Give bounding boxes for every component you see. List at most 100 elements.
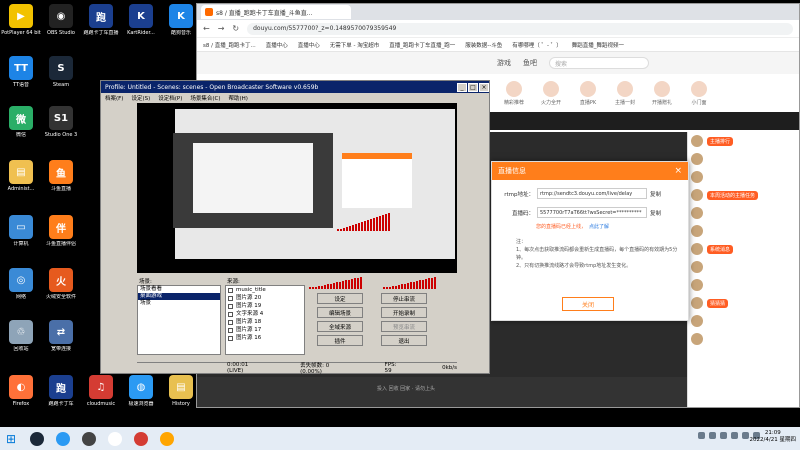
category-item[interactable]: 主播一封: [610, 77, 640, 115]
minimize-icon[interactable]: _: [457, 82, 467, 92]
scene-item[interactable]: 场景: [138, 300, 220, 307]
source-item[interactable]: 图片源 16: [226, 334, 304, 342]
obs-menu-item[interactable]: 场景集合(C): [190, 94, 220, 102]
tray-icon[interactable]: [709, 432, 716, 439]
source-checkbox[interactable]: [228, 311, 233, 317]
category-item[interactable]: 火力全开: [536, 77, 566, 115]
stop-stream-button[interactable]: 停止串流: [381, 293, 427, 304]
desktop-icon[interactable]: TT TT语音: [0, 56, 42, 98]
nav-games[interactable]: 游戏: [497, 58, 511, 68]
sidebar-row[interactable]: [688, 330, 799, 348]
sidebar-row[interactable]: 猜猜猜: [688, 294, 799, 312]
nav-yuba[interactable]: 鱼吧: [523, 58, 537, 68]
sidebar-row[interactable]: [688, 204, 799, 222]
scene-item[interactable]: 桌面游戏: [138, 293, 220, 300]
learn-more-link[interactable]: 点此了解: [589, 224, 609, 230]
tray-icon[interactable]: [698, 432, 705, 439]
source-item[interactable]: 图片源 20: [226, 294, 304, 302]
source-checkbox[interactable]: [228, 287, 233, 293]
desktop-icon[interactable]: 火火绒安全软件: [40, 268, 82, 310]
taskbar-app[interactable]: [130, 428, 152, 449]
edit-scene-button[interactable]: 编辑场景: [317, 307, 363, 318]
source-item[interactable]: 图片源 19: [226, 302, 304, 310]
bookmark-item[interactable]: 直播_跑跑卡丁车直播_跑一: [389, 41, 455, 49]
obs-menu-item[interactable]: 帮助(H): [229, 94, 248, 102]
sidebar-row[interactable]: [688, 312, 799, 330]
close-icon[interactable]: ×: [674, 166, 682, 176]
source-checkbox[interactable]: [228, 335, 233, 341]
volume-icon[interactable]: [742, 432, 749, 439]
taskbar-clock[interactable]: 21:09 2022/4/21 星期四: [750, 430, 796, 444]
desktop-icon[interactable]: ♲ 回收站: [0, 320, 42, 362]
bookmark-item[interactable]: s8 / 直播_跑跑卡丁...: [203, 41, 256, 49]
preview-stream-button[interactable]: 预览串流: [381, 321, 427, 332]
category-item[interactable]: 小门面: [684, 77, 714, 115]
taskbar-app[interactable]: [26, 428, 48, 449]
desktop-icon[interactable]: ◍ 极速浏览器: [120, 375, 162, 417]
sidebar-row[interactable]: 主播排行: [688, 132, 799, 150]
desktop-icon[interactable]: ◐ Firefox: [0, 375, 42, 417]
desktop-icon[interactable]: ◉ OBS Studio: [40, 4, 82, 46]
desktop-icon[interactable]: 鱼斗鱼直播: [40, 160, 82, 202]
source-item[interactable]: music_title: [226, 286, 304, 294]
sidebar-row[interactable]: [688, 150, 799, 168]
start-record-button[interactable]: 开始录制: [381, 307, 427, 318]
taskbar-app[interactable]: [78, 428, 100, 449]
sidebar-row[interactable]: [688, 222, 799, 240]
global-sources-button[interactable]: 全域来源: [317, 321, 363, 332]
desktop-icon[interactable]: ▭ 计算机: [0, 215, 42, 257]
obs-menu-item[interactable]: 档案(F): [105, 94, 123, 102]
source-item[interactable]: 图片源 18: [226, 318, 304, 326]
settings-button[interactable]: 设定: [317, 293, 363, 304]
tray-icon[interactable]: [731, 432, 738, 439]
source-item[interactable]: 文字来源 4: [226, 310, 304, 318]
source-item[interactable]: 图片源 17: [226, 326, 304, 334]
site-search-input[interactable]: 搜索: [549, 57, 649, 69]
source-checkbox[interactable]: [228, 303, 233, 309]
source-checkbox[interactable]: [228, 327, 233, 333]
start-button[interactable]: ⊞: [0, 427, 22, 450]
desktop-icon[interactable]: ♫ cloudmusic: [80, 375, 122, 417]
reload-icon[interactable]: ↻: [232, 24, 239, 33]
bookmark-item[interactable]: 服装数据--斗鱼: [465, 41, 502, 49]
sidebar-row[interactable]: [688, 168, 799, 186]
obs-menu-item[interactable]: 设定档(P): [158, 94, 182, 102]
scene-item[interactable]: 场景看看: [138, 286, 220, 293]
desktop-icon[interactable]: S Steam: [40, 56, 82, 98]
taskbar-app[interactable]: [156, 428, 178, 449]
taskbar-app[interactable]: [104, 428, 126, 449]
back-icon[interactable]: ←: [203, 24, 210, 33]
bookmark-item[interactable]: 直播中心: [266, 41, 288, 49]
sidebar-row[interactable]: 系统消息: [688, 240, 799, 258]
desktop-icon[interactable]: ◎ 网络: [0, 268, 42, 310]
category-item[interactable]: 开播赠礼: [647, 77, 677, 115]
exit-button[interactable]: 退出: [381, 335, 427, 346]
desktop-icon[interactable]: 微微信: [0, 106, 42, 148]
close-dialog-button[interactable]: 关闭: [562, 297, 614, 311]
desktop-icon[interactable]: 跑跑跑卡丁车: [40, 375, 82, 417]
bookmark-item[interactable]: 有哪哪哩（ ゜- ゜）: [512, 41, 561, 49]
category-item[interactable]: 精彩推荐: [499, 77, 529, 115]
desktop-icon[interactable]: 伴斗鱼直播伴侣: [40, 215, 82, 257]
bookmark-item[interactable]: 无需下单 - 淘宝超市: [330, 41, 379, 49]
copy-stream-key-button[interactable]: 复制: [650, 209, 661, 217]
desktop-icon[interactable]: K KartRider...: [120, 4, 162, 46]
sidebar-row[interactable]: [688, 258, 799, 276]
browser-tab[interactable]: s8 / 直播_跑跑卡丁车直播_斗鱼直...: [201, 5, 351, 19]
desktop-icon[interactable]: ▤ Administ...: [0, 160, 42, 202]
bookmark-item[interactable]: 舞蹈直播_舞蹈视频一: [572, 41, 624, 49]
address-bar[interactable]: douyu.com/5577700?_z=0.1489570079359549: [247, 22, 793, 35]
category-item[interactable]: 直播PK: [573, 77, 603, 115]
desktop-icon[interactable]: 跑跑跑卡丁车直播: [80, 4, 122, 46]
sidebar-row[interactable]: 本周活动的主播任务: [688, 186, 799, 204]
tray-icon[interactable]: [720, 432, 727, 439]
close-icon[interactable]: ×: [479, 82, 489, 92]
obs-menu-item[interactable]: 设定(S): [131, 94, 150, 102]
rtmp-field[interactable]: rtmp://sendtc3.douyu.com/live/delay: [537, 188, 647, 199]
source-checkbox[interactable]: [228, 319, 233, 325]
source-checkbox[interactable]: [228, 295, 233, 301]
bookmark-item[interactable]: 直播中心: [298, 41, 320, 49]
stream-key-field[interactable]: 5577700rT7aT66tt?wsSecret=**********: [537, 207, 647, 218]
maximize-icon[interactable]: □: [468, 82, 478, 92]
sidebar-row[interactable]: [688, 276, 799, 294]
